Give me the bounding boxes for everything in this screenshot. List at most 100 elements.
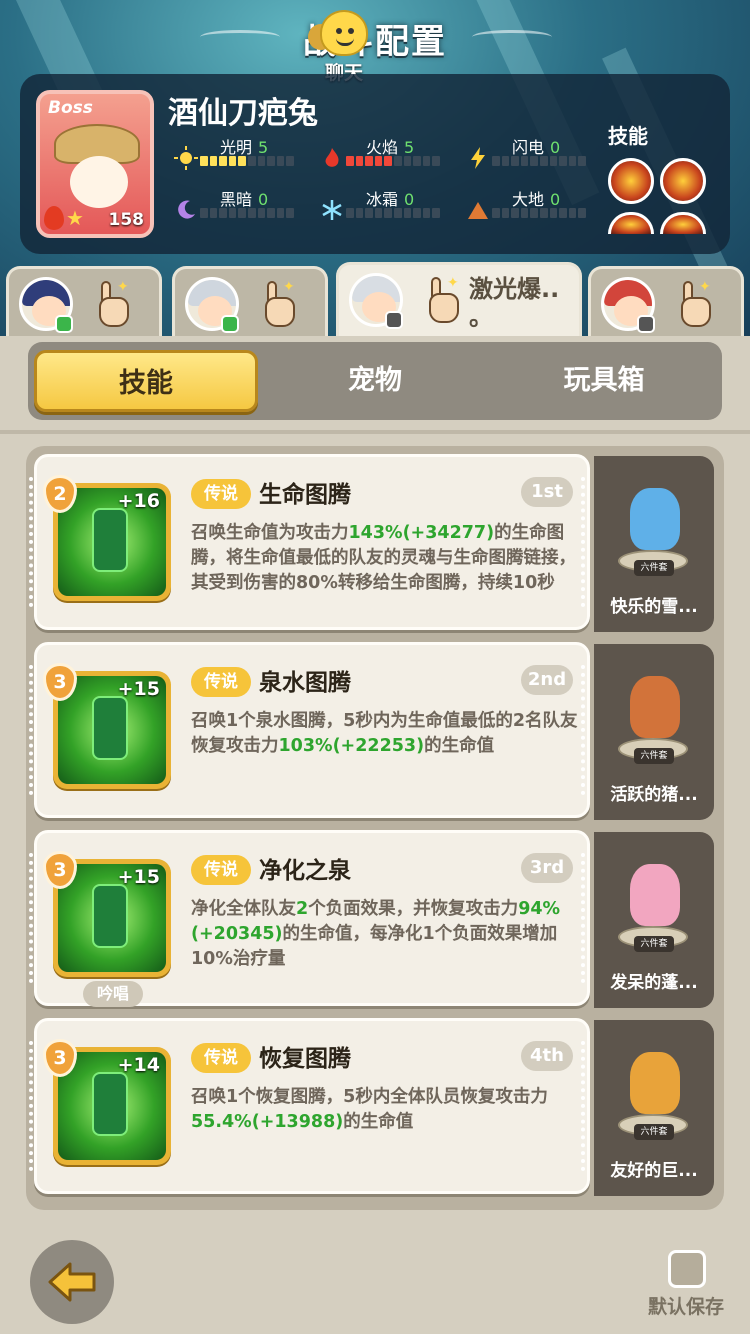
skill-description: 召唤生命值为攻击力143%(+34277)的生命图腾，将生命值最低的队友的灵魂与… (191, 521, 583, 596)
boss-face-icon (70, 156, 128, 208)
back-button[interactable] (30, 1240, 114, 1324)
config-main-panel: 技能 宠物 玩具箱 +16 2 传说 生命图腾 1st 召唤生命值为攻击力143%(+34… (0, 336, 750, 1334)
tab-toybox[interactable]: 玩具箱 (492, 350, 716, 412)
element-name: 闪电 (512, 138, 545, 157)
hero-status-badge (637, 315, 655, 333)
skill-rank: 1st (521, 477, 573, 507)
pet-slot[interactable]: 六件套 活跃的猪... (594, 644, 714, 820)
element-bar (200, 208, 294, 218)
skill-name: 恢复图腾 (259, 1046, 351, 1072)
pet-slot[interactable]: 六件套 快乐的雪... (594, 456, 714, 632)
skill-card[interactable]: +16 2 传说 生命图腾 1st 召唤生命值为攻击力143%(+34277)的生命图腾，… (29, 454, 590, 630)
element-name: 黑暗 (220, 190, 253, 209)
hero-status-badge (221, 315, 239, 333)
pet-set-badge: 六件套 (634, 936, 674, 952)
element-label: 火焰 5 (366, 134, 414, 158)
hero-status-badge (55, 315, 73, 333)
boss-skill-icon[interactable] (660, 158, 706, 204)
skill-card[interactable]: +15 3 吟唱 传说 净化之泉 3rd 净化全体队友2个负面效果，并恢复攻击力94%(+2… (29, 830, 590, 1007)
chat-smiley-icon (320, 10, 368, 56)
skill-desc-part: 召唤1个恢复图腾，5秒内全体队员恢复攻击力 (191, 1087, 548, 1107)
element-stat-5: 冰霜 0 (320, 186, 460, 226)
default-save-label: 默认保存 (648, 1296, 725, 1318)
boss-skill-icon[interactable] (608, 212, 654, 234)
skill-card[interactable]: +14 3 传说 恢复图腾 4th 召唤1个恢复图腾，5秒内全体队员恢复攻击力55.4%(… (29, 1018, 590, 1194)
hero-tab-4[interactable]: ✦ (588, 266, 744, 336)
earth-element-icon (466, 198, 490, 222)
lightning-element-icon (466, 146, 490, 170)
element-name: 大地 (512, 190, 545, 209)
tab-skills[interactable]: 技能 (34, 350, 258, 412)
element-value: 0 (258, 190, 269, 209)
pet-set-badge: 六件套 (634, 1124, 674, 1140)
skill-plus: +16 (117, 490, 160, 512)
tap-hand-icon: ✦ (91, 279, 131, 329)
element-value: 0 (404, 190, 415, 209)
divider (0, 430, 750, 434)
hero-tab-3-active[interactable]: ✦ 激光爆.. 。 (336, 262, 582, 336)
skill-description: 召唤1个恢复图腾，5秒内全体队员恢复攻击力 55.4%(+13988)的生命值 (191, 1085, 583, 1135)
element-stat-6: 大地 0 (466, 186, 606, 226)
boss-info-panel: Boss ★ 158 酒仙刀疤兔 光明 5 火焰 5 闪电 0 黑暗 0 冰霜 0 大地 0 技能 (20, 74, 730, 254)
tap-hand-icon: ✦ (421, 275, 461, 325)
skill-rank: 2nd (521, 665, 573, 695)
boss-skill-icon[interactable] (660, 212, 706, 234)
boss-skill-icon[interactable] (608, 158, 654, 204)
skill-desc-part: 2 (296, 899, 309, 919)
light-element-icon (174, 146, 198, 170)
element-value: 5 (404, 138, 415, 157)
tab-pets[interactable]: 宠物 (263, 350, 487, 412)
legend-tag: 传说 (191, 479, 251, 509)
skill-desc-part: 143%(+34277) (348, 523, 495, 543)
skill-name: 泉水图腾 (259, 670, 351, 696)
hero-tab-1[interactable]: ✦ (6, 266, 162, 336)
tap-hand-icon: ✦ (257, 279, 297, 329)
skill-plus: +14 (117, 1054, 160, 1076)
totem-icon (92, 884, 128, 948)
skill-desc-part: 的生命值 (424, 736, 495, 756)
hero-skill-label-line1: 激光爆.. (469, 275, 560, 303)
default-save-checkbox[interactable] (668, 1250, 706, 1288)
legend-tag: 传说 (191, 667, 251, 697)
skill-list: +16 2 传说 生命图腾 1st 召唤生命值为攻击力143%(+34277)的生命图腾，… (26, 446, 724, 1210)
pet-slot[interactable]: 六件套友好的巨... (594, 1020, 714, 1196)
element-label: 闪电 0 (512, 134, 560, 158)
skill-plus: +15 (117, 678, 160, 700)
star-icon: ★ (66, 206, 84, 230)
element-label: 黑暗 0 (220, 186, 268, 210)
skill-name: 生命图腾 (259, 482, 351, 508)
pet-figure-icon (630, 864, 680, 926)
element-bar (492, 208, 586, 218)
skill-rank: 4th (521, 1041, 573, 1071)
element-name: 冰霜 (366, 190, 399, 209)
element-name: 火焰 (366, 138, 399, 157)
element-label: 冰霜 0 (366, 186, 414, 210)
pet-name: 友好的巨... (610, 1161, 698, 1181)
pet-figure-icon (630, 488, 680, 550)
totem-icon (92, 1072, 128, 1136)
element-bar (346, 156, 440, 166)
hero-status-badge (385, 311, 403, 329)
skill-name: 净化之泉 (259, 858, 351, 884)
chat-button[interactable]: 聊天 (306, 10, 382, 84)
boss-portrait[interactable]: Boss ★ 158 (36, 90, 154, 238)
skill-card[interactable]: +15 3 传说 泉水图腾 2nd 召唤1个泉水图腾，5秒内为生命值最低的2名队友恢复攻击… (29, 642, 590, 818)
hero-tab-2[interactable]: ✦ (172, 266, 328, 336)
pet-name: 快乐的雪... (610, 597, 698, 617)
element-value: 5 (258, 138, 269, 157)
totem-icon (92, 508, 128, 572)
element-value: 0 (550, 138, 561, 157)
pet-figure-icon (630, 1052, 680, 1114)
pet-slot[interactable]: 六件套 发呆的蓬... (594, 832, 714, 1008)
skill-rank: 3rd (521, 853, 573, 883)
element-stat-3: 闪电 0 (466, 134, 606, 174)
pet-set-badge: 六件套 (634, 748, 674, 764)
boss-tag: Boss (48, 98, 93, 118)
element-bar (346, 208, 440, 218)
legend-tag: 传说 (191, 855, 251, 885)
element-label: 光明 5 (220, 134, 268, 158)
element-stat-1: 光明 5 (174, 134, 314, 174)
skill-desc-part: 55.4%(+13988) (191, 1112, 344, 1132)
boss-skills-label: 技能 (608, 124, 648, 148)
skill-plus: +15 (117, 866, 160, 888)
